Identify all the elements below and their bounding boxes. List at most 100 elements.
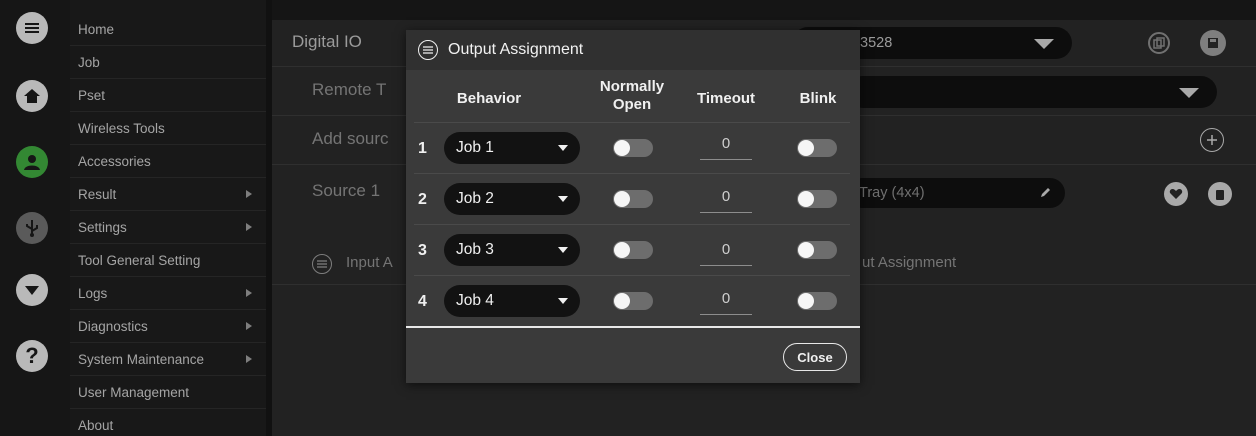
menu-item-user-management[interactable]: User Management — [70, 376, 266, 409]
behavior-select-value: Job 1 — [456, 139, 494, 156]
menu-item-label: Job — [78, 54, 100, 70]
row-divider — [414, 173, 850, 174]
timeout-input-2[interactable]: 0 — [700, 185, 752, 213]
caret-down-icon — [558, 247, 568, 253]
menu-item-label: Logs — [78, 285, 108, 301]
row-number: 2 — [418, 191, 427, 208]
blink-toggle-3[interactable] — [797, 241, 837, 259]
normally-open-toggle-4[interactable] — [613, 292, 653, 310]
caret-down-icon — [558, 145, 568, 151]
menu-item-label: User Management — [78, 384, 190, 400]
menu-item-home[interactable]: Home — [70, 13, 266, 46]
menu-item-label: Result — [78, 186, 117, 202]
menu-item-job[interactable]: Job — [70, 46, 266, 79]
column-header-normally-open-line2: Open — [612, 96, 652, 113]
input-assignment-link[interactable]: Input A — [346, 254, 393, 271]
menu-item-wireless-tools[interactable]: Wireless Tools — [70, 112, 266, 145]
column-header-blink: Blink — [799, 90, 837, 107]
submenu-arrow-icon — [246, 355, 252, 363]
chevron-down-icon — [1034, 39, 1054, 49]
timeout-input-1[interactable]: 0 — [700, 132, 752, 160]
dialog-footer-divider — [406, 326, 860, 328]
column-header-normally-open-line1: Normally — [599, 78, 665, 95]
menu-item-pset[interactable]: Pset — [70, 79, 266, 112]
home-icon[interactable] — [16, 80, 48, 112]
dialog-header: Output Assignment — [406, 30, 860, 70]
digital-io-title: Digital IO — [292, 32, 362, 51]
icon-rail: ? — [0, 0, 70, 436]
menu-item-tool-general-setting[interactable]: Tool General Setting — [70, 244, 266, 277]
menu-item-label: Tool General Setting — [78, 252, 201, 268]
behavior-select-value: Job 4 — [456, 292, 494, 309]
menu-item-label: Pset — [78, 87, 106, 103]
row-divider — [414, 275, 850, 276]
normally-open-toggle-1[interactable] — [613, 139, 653, 157]
add-source-icon[interactable] — [1200, 128, 1224, 152]
row-number: 4 — [418, 293, 427, 310]
user-icon[interactable] — [16, 146, 48, 178]
usb-icon[interactable] — [16, 212, 48, 244]
timeout-input-4[interactable]: 0 — [700, 287, 752, 315]
menu-item-system-maintenance[interactable]: System Maintenance — [70, 343, 266, 376]
add-source-title: Add sourc — [312, 129, 389, 148]
menu-item-diagnostics[interactable]: Diagnostics — [70, 310, 266, 343]
menu-item-label: Accessories — [78, 153, 151, 169]
chevron-down-icon — [1179, 88, 1199, 98]
copy-icon[interactable] — [1148, 32, 1170, 54]
row-number: 3 — [418, 242, 427, 259]
timeout-input-3[interactable]: 0 — [700, 238, 752, 266]
nav-menu: Home Job Pset Wireless Tools Accessories… — [70, 0, 266, 436]
help-icon[interactable]: ? — [16, 340, 48, 372]
menu-item-accessories[interactable]: Accessories — [70, 145, 266, 178]
source1-title: Source 1 — [312, 181, 381, 200]
blink-toggle-2[interactable] — [797, 190, 837, 208]
menu-item-settings[interactable]: Settings — [70, 211, 266, 244]
source1-select[interactable]: Tray (4x4) — [847, 178, 1065, 208]
menu-item-logs[interactable]: Logs — [70, 277, 266, 310]
save-icon[interactable] — [1200, 30, 1226, 56]
dialog-title: Output Assignment — [448, 41, 584, 58]
behavior-select-value: Job 3 — [456, 241, 494, 258]
device-select-value: 3528 — [860, 35, 893, 51]
remote-title: Remote T — [312, 80, 387, 99]
output-assignment-link[interactable]: ut Assignment — [862, 254, 956, 271]
blink-toggle-1[interactable] — [797, 139, 837, 157]
column-header-behavior: Behavior — [456, 90, 522, 107]
normally-open-toggle-3[interactable] — [613, 241, 653, 259]
behavior-select-4[interactable]: Job 4 — [444, 285, 580, 317]
menu-item-label: Settings — [78, 219, 127, 235]
remote-select[interactable] — [847, 76, 1217, 108]
source1-select-value: Tray (4x4) — [859, 185, 925, 201]
caret-down-icon — [558, 298, 568, 304]
edit-icon — [1041, 188, 1050, 197]
output-assignment-dialog: Output Assignment Behavior Normally Open… — [406, 30, 860, 383]
row-divider — [414, 224, 850, 225]
submenu-arrow-icon — [246, 289, 252, 297]
menu-item-label: System Maintenance — [78, 351, 205, 367]
menu-item-label: About — [78, 417, 114, 433]
menu-item-result[interactable]: Result — [70, 178, 266, 211]
blink-toggle-4[interactable] — [797, 292, 837, 310]
close-button[interactable]: Close — [783, 343, 847, 371]
list-icon — [418, 40, 438, 60]
submenu-arrow-icon — [246, 223, 252, 231]
behavior-select-2[interactable]: Job 2 — [444, 183, 580, 215]
heart-icon[interactable] — [1164, 182, 1188, 206]
delete-icon[interactable] — [1208, 182, 1232, 206]
menu-item-label: Diagnostics — [78, 318, 148, 334]
behavior-select-3[interactable]: Job 3 — [444, 234, 580, 266]
menu-item-about[interactable]: About — [70, 409, 266, 436]
column-header-timeout: Timeout — [696, 90, 756, 107]
behavior-select-1[interactable]: Job 1 — [444, 132, 580, 164]
hamburger-menu-icon[interactable] — [16, 12, 48, 44]
menu-item-label: Home — [78, 21, 115, 37]
submenu-arrow-icon — [246, 190, 252, 198]
row-divider — [414, 122, 850, 123]
behavior-select-value: Job 2 — [456, 190, 494, 207]
list-icon — [312, 254, 332, 274]
chevron-down-circle-icon[interactable] — [16, 274, 48, 306]
column-header-normally-open: Normally Open — [590, 78, 674, 114]
submenu-arrow-icon — [246, 322, 252, 330]
menu-item-label: Wireless Tools — [78, 120, 165, 136]
normally-open-toggle-2[interactable] — [613, 190, 653, 208]
